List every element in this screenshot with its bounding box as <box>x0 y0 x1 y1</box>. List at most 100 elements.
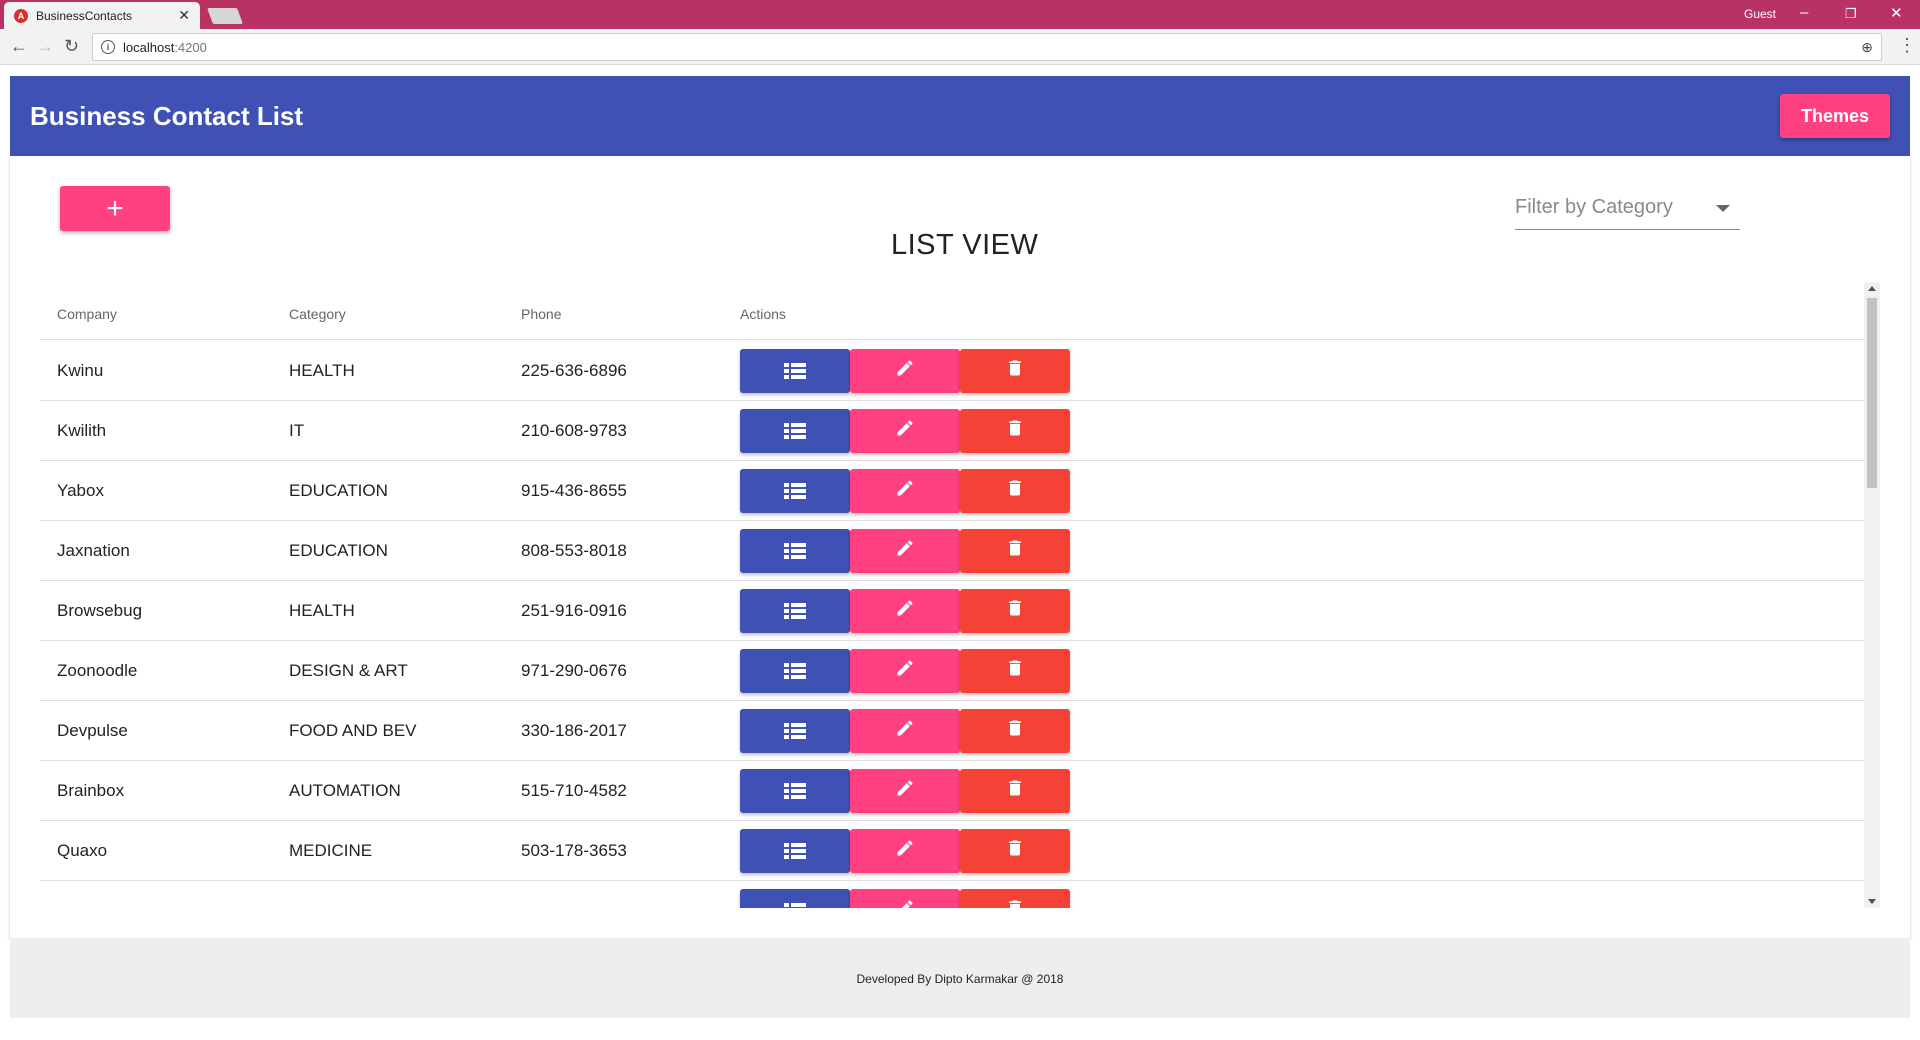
table-row: Devpulse FOOD AND BEV 330-186-2017 <box>40 701 1876 761</box>
list-icon <box>784 903 806 908</box>
contacts-table: Company Category Phone Actions Kwinu HEAL… <box>40 282 1876 908</box>
delete-contact-button[interactable] <box>960 469 1070 513</box>
new-tab-button[interactable] <box>207 8 243 24</box>
view-contact-button[interactable] <box>740 709 850 753</box>
trash-icon <box>1005 478 1025 504</box>
table-row: Zoonoodle DESIGN & ART 971-290-0676 <box>40 641 1876 701</box>
forward-icon[interactable]: → <box>36 36 54 57</box>
delete-contact-button[interactable] <box>960 829 1070 873</box>
trash-icon <box>1005 838 1025 864</box>
edit-contact-button[interactable] <box>850 829 960 873</box>
list-icon <box>784 483 806 499</box>
view-contact-button[interactable] <box>740 889 850 908</box>
back-icon[interactable]: ← <box>10 36 28 57</box>
pencil-icon <box>895 898 915 908</box>
table-scrollbar[interactable] <box>1864 282 1880 908</box>
delete-contact-button[interactable] <box>960 349 1070 393</box>
url-text: localhost:4200 <box>123 40 207 55</box>
cell-category: MEDICINE <box>289 841 373 860</box>
table-row: Quaxo MEDICINE 503-178-3653 <box>40 821 1876 881</box>
edit-contact-button[interactable] <box>850 589 960 633</box>
angular-favicon-icon: A <box>14 8 28 23</box>
info-icon[interactable]: i <box>101 40 115 54</box>
view-contact-button[interactable] <box>740 589 850 633</box>
trash-icon <box>1005 718 1025 744</box>
address-bar[interactable]: i localhost:4200 ⊕ <box>92 33 1882 61</box>
category-filter-select[interactable]: Filter by Category <box>1515 190 1740 230</box>
list-icon <box>784 603 806 619</box>
edit-contact-button[interactable] <box>850 769 960 813</box>
scroll-down-icon[interactable] <box>1868 899 1876 904</box>
add-contact-button[interactable]: + <box>60 186 170 231</box>
view-contact-button[interactable] <box>740 769 850 813</box>
pencil-icon <box>895 538 915 564</box>
edit-contact-button[interactable] <box>850 409 960 453</box>
minimize-icon[interactable]: – <box>1800 4 1808 21</box>
browser-tab[interactable]: A BusinessContacts ✕ <box>4 2 200 29</box>
list-icon <box>784 723 806 739</box>
edit-contact-button[interactable] <box>850 349 960 393</box>
cell-phone: 330-186-2017 <box>521 721 627 740</box>
cell-category: FOOD AND BEV <box>289 721 417 740</box>
edit-contact-button[interactable] <box>850 709 960 753</box>
tab-close-icon[interactable]: ✕ <box>178 7 190 24</box>
view-contact-button[interactable] <box>740 469 850 513</box>
restore-icon[interactable]: ❐ <box>1845 6 1857 22</box>
pencil-icon <box>895 418 915 444</box>
delete-contact-button[interactable] <box>960 589 1070 633</box>
delete-contact-button[interactable] <box>960 889 1070 908</box>
trash-icon <box>1005 598 1025 624</box>
view-contact-button[interactable] <box>740 529 850 573</box>
list-icon <box>784 843 806 859</box>
footer-credit: Developed By Dipto Karmakar @ 2018 <box>856 972 1064 986</box>
delete-contact-button[interactable] <box>960 769 1070 813</box>
trash-icon <box>1005 658 1025 684</box>
cell-company: Kwinu <box>57 361 104 380</box>
scroll-up-icon[interactable] <box>1868 286 1876 291</box>
scroll-thumb[interactable] <box>1867 298 1877 488</box>
edit-contact-button[interactable] <box>850 469 960 513</box>
page-footer: Developed By Dipto Karmakar @ 2018 <box>10 938 1910 1018</box>
browser-user-label[interactable]: Guest <box>1744 7 1776 21</box>
delete-contact-button[interactable] <box>960 649 1070 693</box>
reload-icon[interactable]: ↻ <box>64 36 79 57</box>
contacts-card: + Filter by Category LIST VIEW Company C… <box>10 156 1910 938</box>
view-contact-button[interactable] <box>740 649 850 693</box>
cell-company: Zoonoodle <box>57 661 138 680</box>
list-view-title: LIST VIEW <box>891 229 1039 261</box>
table-row <box>40 881 1876 908</box>
delete-contact-button[interactable] <box>960 409 1070 453</box>
header-actions: Actions <box>740 306 786 322</box>
browser-tab-bar: A BusinessContacts ✕ Guest – ❐ ✕ <box>0 0 1920 29</box>
view-contact-button[interactable] <box>740 829 850 873</box>
delete-contact-button[interactable] <box>960 529 1070 573</box>
edit-contact-button[interactable] <box>850 529 960 573</box>
edit-contact-button[interactable] <box>850 889 960 908</box>
trash-icon <box>1005 778 1025 804</box>
trash-icon <box>1005 898 1025 908</box>
zoom-icon[interactable]: ⊕ <box>1861 39 1873 56</box>
close-window-icon[interactable]: ✕ <box>1890 4 1903 22</box>
browser-menu-icon[interactable]: ⋮ <box>1898 35 1916 56</box>
filter-placeholder: Filter by Category <box>1515 196 1673 218</box>
header-company: Company <box>57 306 117 322</box>
pencil-icon <box>895 598 915 624</box>
delete-contact-button[interactable] <box>960 709 1070 753</box>
list-icon <box>784 363 806 379</box>
cell-company: Kwilith <box>57 421 107 440</box>
table-row: Kwilith IT 210-608-9783 <box>40 401 1876 461</box>
pencil-icon <box>895 478 915 504</box>
view-contact-button[interactable] <box>740 349 850 393</box>
cell-phone: 503-178-3653 <box>521 841 627 860</box>
cell-phone: 251-916-0916 <box>521 601 627 620</box>
header-category: Category <box>289 306 346 322</box>
themes-button[interactable]: Themes <box>1780 94 1890 138</box>
cell-company: Quaxo <box>57 841 108 860</box>
cell-category: EDUCATION <box>289 541 388 560</box>
trash-icon <box>1005 538 1025 564</box>
edit-contact-button[interactable] <box>850 649 960 693</box>
view-contact-button[interactable] <box>740 409 850 453</box>
cell-phone: 915-436-8655 <box>521 481 627 500</box>
app-header: Business Contact List Themes <box>10 76 1910 156</box>
cell-company: Yabox <box>57 481 104 500</box>
